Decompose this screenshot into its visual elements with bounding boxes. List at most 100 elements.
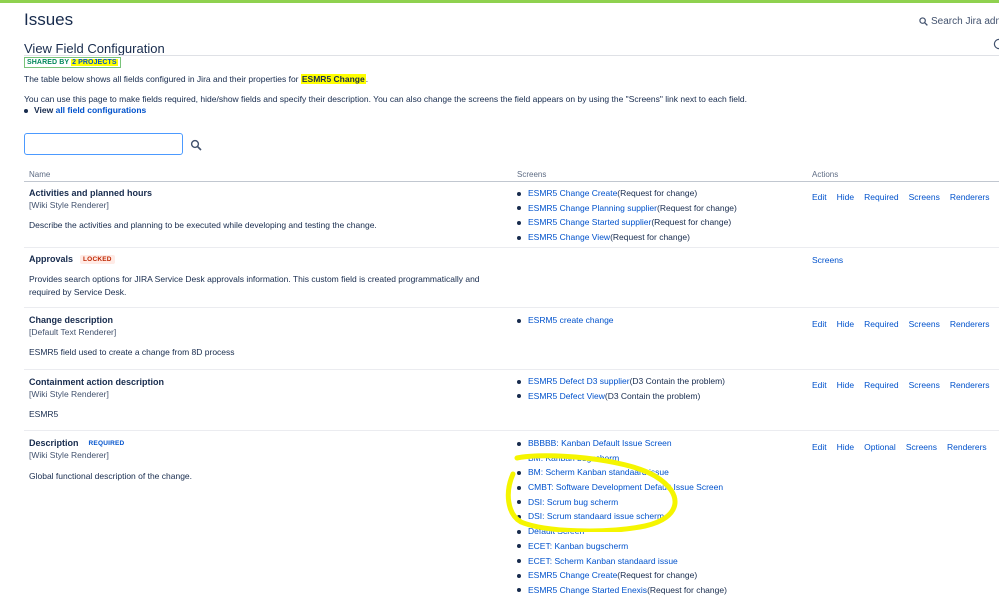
column-header-name: Name — [29, 170, 51, 179]
intro-prefix: The table below shows all fields configu… — [24, 74, 299, 84]
action-screens-link[interactable]: Screens — [812, 255, 843, 265]
view-all-prefix: View — [34, 105, 54, 115]
action-screens-link[interactable]: Screens — [906, 442, 937, 452]
section-title: View Field Configuration — [24, 41, 165, 56]
screen-tab-name: (Request for change) — [617, 188, 698, 198]
screen-tab-name: (D3 Contain the problem) — [629, 376, 726, 386]
screen-item: ESMR5 Defect D3 supplier(D3 Contain the … — [517, 374, 725, 389]
screen-link[interactable]: DSI: Scrum bug scherm — [528, 497, 618, 507]
row-divider — [24, 307, 999, 308]
shared-by-badge[interactable]: SHARED BY 2 PROJECTS — [24, 57, 121, 68]
action-hide-link[interactable]: Hide — [837, 192, 854, 202]
screen-link[interactable]: BBBBB: Kanban Default Issue Screen — [528, 438, 672, 448]
screen-link[interactable]: ESMR5 Change Planning supplier — [528, 203, 657, 213]
field-name-label: Description — [29, 438, 79, 448]
field-description: Provides search options for JIRA Service… — [29, 274, 480, 297]
screen-item: ECET: Scherm Kanban standaard issue — [517, 554, 727, 569]
screen-tab-name: (Request for change) — [657, 202, 737, 213]
action-optional-link[interactable]: Optional — [864, 442, 896, 452]
screen-tab-name: (D3 Contain the problem) — [604, 390, 701, 401]
intro-text: The table below shows all fields configu… — [24, 74, 368, 84]
filter-search-button[interactable] — [190, 139, 202, 151]
actions-group: Edit Hide Required Screens Renderers — [812, 192, 999, 202]
screen-link[interactable]: BM: Kanban bugscherm — [528, 453, 619, 463]
action-screens-link[interactable]: Screens — [909, 319, 940, 329]
screen-tab-name: (Request for change) — [617, 570, 698, 581]
screen-item: CMBT: Software Development Default Issue… — [517, 480, 727, 495]
action-renderers-link[interactable]: Renderers — [947, 442, 987, 452]
action-required-link[interactable]: Required — [864, 380, 899, 390]
screen-item: DSI: Scrum standaard issue scherm — [517, 509, 727, 524]
screen-tab-name: (Request for change) — [647, 584, 727, 595]
field-name: Description REQUIRED — [29, 438, 127, 448]
screen-link[interactable]: ESMR5 Change View — [528, 232, 610, 242]
column-header-actions: Actions — [812, 170, 839, 179]
bullet-icon — [24, 108, 28, 113]
action-edit-link[interactable]: Edit — [812, 380, 827, 390]
screen-link[interactable]: ESMR5 Defect D3 supplier — [528, 376, 630, 386]
action-hide-link[interactable]: Hide — [837, 442, 854, 452]
screen-link[interactable]: ECET: Kanban bugscherm — [528, 541, 628, 551]
help-icon[interactable] — [993, 38, 999, 50]
action-edit-link[interactable]: Edit — [812, 319, 827, 329]
screens-list: ESRM5 create change — [517, 313, 614, 328]
header-divider — [24, 181, 999, 182]
field-description: ESMR5 — [29, 409, 59, 419]
screen-item: BM: Kanban bugscherm — [517, 451, 727, 466]
action-screens-link[interactable]: Screens — [909, 192, 940, 202]
required-lozenge: REQUIRED — [88, 440, 125, 447]
actions-group: Edit Hide Required Screens Renderers — [812, 380, 999, 390]
screen-link[interactable]: BM: Scherm Kanban standaard issue — [528, 467, 669, 477]
title-divider — [24, 55, 999, 56]
shared-by-projects-link[interactable]: 2 PROJECTS — [71, 59, 118, 66]
screen-item: ESMR5 Defect View(D3 Contain the problem… — [517, 389, 725, 404]
screen-item: ESMR5 Change Create(Request for change) — [517, 568, 727, 583]
screen-item: ECET: Kanban bugscherm — [517, 539, 727, 554]
screen-link[interactable]: Default Screen — [528, 526, 584, 536]
column-header-screens: Screens — [517, 170, 547, 179]
action-edit-link[interactable]: Edit — [812, 442, 827, 452]
action-required-link[interactable]: Required — [864, 319, 899, 329]
actions-group: Edit Hide Required Screens Renderers — [812, 319, 999, 329]
action-hide-link[interactable]: Hide — [837, 380, 854, 390]
field-description: Describe the activities and planning to … — [29, 220, 377, 230]
field-name: Activities and planned hours — [29, 188, 152, 198]
screen-link[interactable]: ESMR5 Change Create — [528, 570, 617, 580]
screen-item: Default Screen — [517, 524, 727, 539]
action-renderers-link[interactable]: Renderers — [950, 380, 990, 390]
screen-link[interactable]: ESRM5 create change — [528, 315, 614, 325]
field-filter-input[interactable] — [24, 133, 183, 155]
search-icon — [190, 139, 202, 151]
admin-search-placeholder: Search Jira admin — [931, 16, 999, 27]
field-name-label: Approvals — [29, 254, 74, 264]
screen-link[interactable]: ECET: Scherm Kanban standaard issue — [528, 556, 678, 566]
action-renderers-link[interactable]: Renderers — [950, 319, 990, 329]
field-renderer: [Wiki Style Renderer] — [29, 389, 109, 399]
screen-item: ESMR5 Change Started supplier(Request fo… — [517, 215, 737, 230]
field-name-label: Activities and planned hours — [29, 188, 153, 198]
field-name: Containment action description — [29, 377, 164, 387]
screens-list: ESMR5 Defect D3 supplier(D3 Contain the … — [517, 374, 725, 403]
action-renderers-link[interactable]: Renderers — [950, 192, 990, 202]
screen-link[interactable]: ESMR5 Defect View — [528, 391, 605, 401]
screen-item: DSI: Scrum bug scherm — [517, 495, 727, 510]
screen-link[interactable]: ESMR5 Change Started Enexis — [528, 585, 647, 595]
view-all-field-configurations-link[interactable]: all field configurations — [56, 105, 147, 115]
screen-link[interactable]: ESMR5 Change Started supplier — [528, 217, 651, 227]
screen-item: ESMR5 Change Create(Request for change) — [517, 186, 737, 201]
actions-group: Screens — [812, 255, 853, 265]
field-name-label: Change description — [29, 315, 114, 325]
screen-link[interactable]: CMBT: Software Development Default Issue… — [528, 482, 723, 492]
screen-item: ESMR5 Change Started Enexis(Request for … — [517, 583, 727, 598]
screen-tab-name: (Request for change) — [610, 232, 690, 243]
screen-link[interactable]: DSI: Scrum standaard issue scherm — [528, 511, 664, 521]
action-required-link[interactable]: Required — [864, 192, 899, 202]
field-description: ESMR5 field used to create a change from… — [29, 347, 235, 357]
action-edit-link[interactable]: Edit — [812, 192, 827, 202]
row-divider — [24, 247, 999, 248]
action-hide-link[interactable]: Hide — [837, 319, 854, 329]
screens-list: ESMR5 Change Create(Request for change) E… — [517, 186, 737, 245]
admin-search[interactable]: Search Jira admin — [919, 16, 999, 27]
screen-link[interactable]: ESMR5 Change Create — [528, 188, 617, 198]
action-screens-link[interactable]: Screens — [909, 380, 940, 390]
